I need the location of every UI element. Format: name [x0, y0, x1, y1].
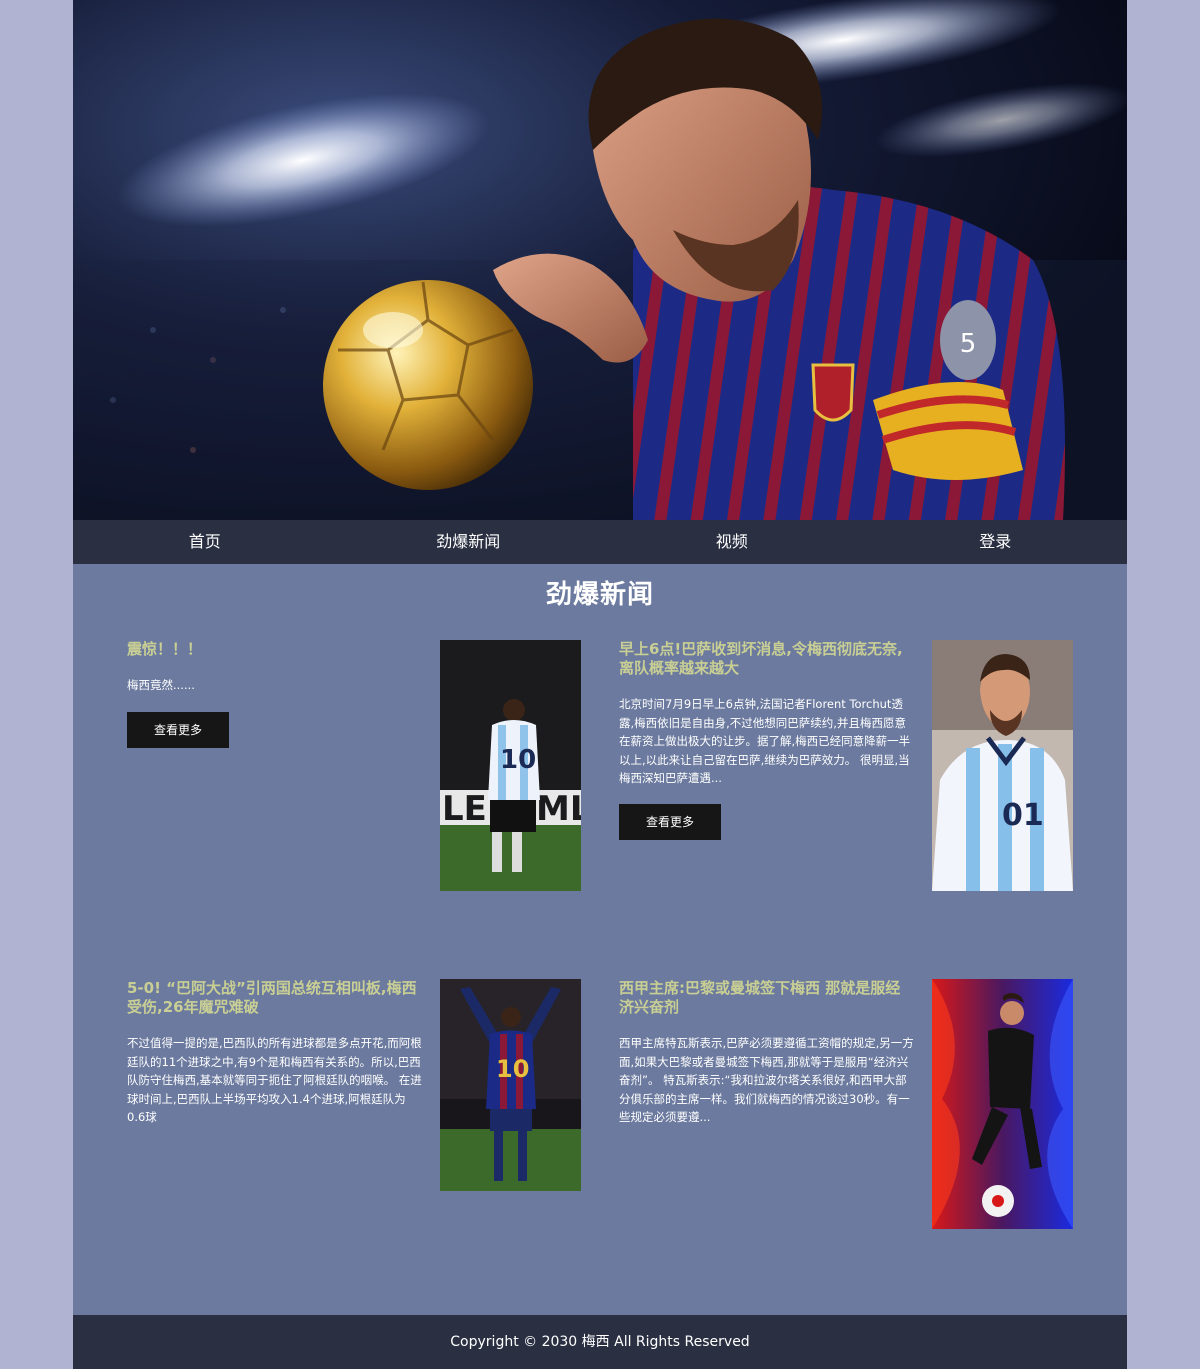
hero-banner: 5 [73, 0, 1127, 520]
article-desc-4: 西甲主席特瓦斯表示,巴萨必须要遵循工资帽的规定,另一方面,如果大巴黎或者曼城签下… [619, 1036, 914, 1124]
player-back-view-image: LE ML 10 [440, 640, 581, 891]
svg-text:LE: LE [442, 789, 487, 829]
article-thumb-4[interactable] [932, 979, 1073, 1229]
page-container: 5 首页 劲爆新闻 视频 登录 劲爆新闻 震惊！！！ 梅西竟然...... 查看… [73, 0, 1127, 1369]
article-title-4[interactable]: 西甲主席:巴黎或曼城签下梅西 那就是服经济兴奋剂 [619, 979, 915, 1017]
article-desc-1: 梅西竟然...... [127, 678, 195, 692]
article-thumb-1[interactable]: LE ML 10 [440, 640, 581, 891]
article-thumb-3[interactable]: 10 [440, 979, 581, 1191]
footer-copyright: Copyright © 2030 梅西 All Rights Reserved [73, 1315, 1127, 1369]
section-title: 劲爆新闻 [545, 580, 654, 610]
article-title-1[interactable]: 震惊！！！ [127, 640, 423, 659]
svg-text:10: 10 [496, 1055, 529, 1083]
view-more-button-1[interactable]: 查看更多 [127, 712, 229, 748]
svg-text:5: 5 [960, 329, 977, 359]
article-desc-2: 北京时间7月9日早上6点钟,法国记者Florent Torchut透露,梅西依旧… [619, 697, 911, 785]
player-arms-raised-image: 10 [440, 979, 581, 1191]
article-card-1: 震惊！！！ 梅西竟然...... [127, 640, 423, 695]
article-card-4: 西甲主席:巴黎或曼城签下梅西 那就是服经济兴奋剂 西甲主席特瓦斯表示,巴萨必须要… [619, 979, 915, 1127]
player-fire-art-image [932, 979, 1073, 1229]
svg-text:10: 10 [500, 745, 536, 775]
nav-item-news[interactable]: 劲爆新闻 [337, 520, 601, 564]
nav-item-home[interactable]: 首页 [73, 520, 337, 564]
hero-image: 5 [73, 0, 1127, 520]
article-title-2[interactable]: 早上6点!巴萨收到坏消息,令梅西彻底无奈,离队概率越来越大 [619, 640, 915, 678]
article-card-2: 早上6点!巴萨收到坏消息,令梅西彻底无奈,离队概率越来越大 北京时间7月9日早上… [619, 640, 915, 788]
article-card-3: 5-0! “巴阿大战”引两国总统互相叫板,梅西受伤,26年魔咒难破 不过值得一提… [127, 979, 423, 1127]
view-more-button-2[interactable]: 查看更多 [619, 804, 721, 840]
svg-text:01: 01 [1002, 798, 1044, 833]
article-desc-3: 不过值得一提的是,巴西队的所有进球都是多点开花,而阿根廷队的11个进球之中,有9… [127, 1036, 422, 1124]
main-nav: 首页 劲爆新闻 视频 登录 [73, 520, 1127, 564]
nav-item-login[interactable]: 登录 [864, 520, 1128, 564]
player-argentina-jersey-image: 01 [932, 640, 1073, 891]
svg-text:ML: ML [536, 789, 581, 829]
article-thumb-2[interactable]: 01 [932, 640, 1073, 891]
article-title-3[interactable]: 5-0! “巴阿大战”引两国总统互相叫板,梅西受伤,26年魔咒难破 [127, 979, 423, 1017]
nav-item-video[interactable]: 视频 [600, 520, 864, 564]
